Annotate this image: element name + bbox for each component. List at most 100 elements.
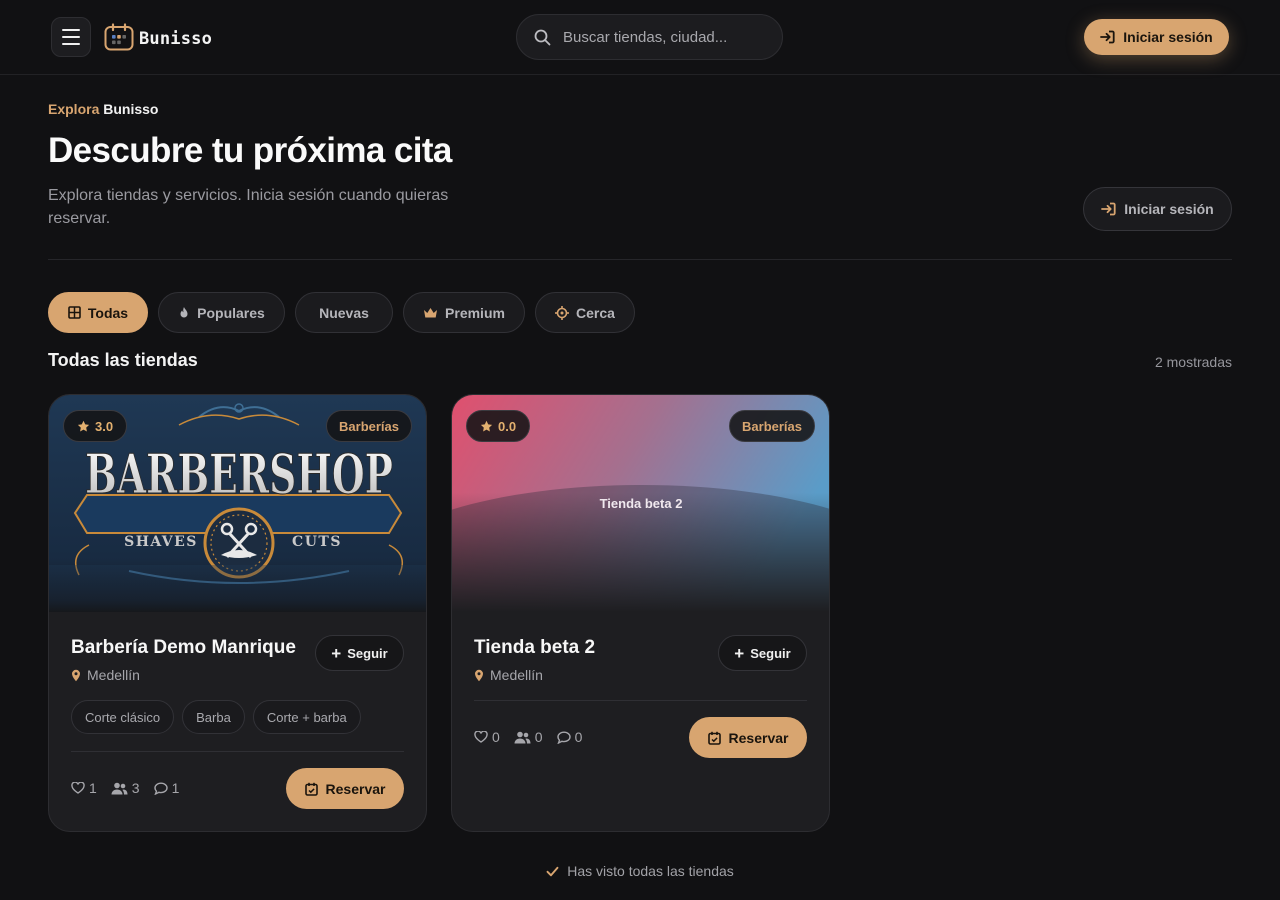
store-city: Medellín [87, 667, 140, 683]
store-location: Medellín [474, 667, 543, 683]
followers-stat: 3 [111, 780, 140, 796]
follow-label: Seguir [750, 645, 791, 661]
crosshair-icon [555, 305, 570, 320]
followers-count: 3 [131, 780, 140, 796]
category-badge: Barberías [326, 410, 412, 442]
service-tag[interactable]: Barba [182, 700, 245, 734]
reserve-button[interactable]: Reservar [689, 717, 807, 758]
results-count: 2 mostradas [1154, 354, 1232, 370]
store-card[interactable]: Tienda beta 2 0.0 Barberías Tienda beta … [451, 394, 830, 832]
end-of-list-label: Has visto todas las tiendas [567, 863, 734, 879]
flame-icon [180, 306, 188, 317]
map-pin-icon [72, 669, 80, 681]
calendar-logo-icon [104, 23, 134, 51]
users-icon [111, 782, 128, 794]
rating-value: 3.0 [95, 418, 114, 434]
reserve-button[interactable]: Reservar [286, 768, 404, 809]
likes-count: 0 [492, 729, 500, 745]
hero-login-label: Iniciar sesión [1124, 201, 1214, 217]
filter-nuevas[interactable]: Nuevas [295, 292, 393, 333]
page-title: Descubre tu próxima cita [48, 131, 452, 170]
filter-label: Premium [445, 304, 505, 321]
service-tag[interactable]: Corte clásico [71, 700, 175, 734]
filter-label: Populares [197, 304, 265, 321]
followers-count: 0 [534, 729, 543, 745]
filter-label: Todas [87, 304, 129, 321]
sign-in-icon [1100, 30, 1115, 44]
comment-icon [556, 730, 571, 744]
reserve-label: Reservar [728, 729, 789, 746]
likes-stat[interactable]: 1 [71, 780, 97, 796]
store-city: Medellín [490, 667, 543, 683]
follow-button[interactable]: + Seguir [718, 635, 807, 671]
hamburger-icon [62, 29, 80, 31]
category-badge: Barberías [729, 410, 815, 442]
plus-icon: + [734, 643, 745, 663]
comments-count: 0 [574, 729, 583, 745]
followers-stat: 0 [514, 729, 543, 745]
hero-login-button[interactable]: Iniciar sesión [1083, 187, 1232, 231]
reserve-label: Reservar [325, 780, 386, 797]
store-card[interactable]: BARBERSHOP SHAVES CUTS 3.0 Barberías Bar… [48, 394, 427, 832]
eyebrow-accent: Explora [48, 101, 100, 117]
card-divider [474, 700, 807, 701]
grid-icon [68, 306, 81, 319]
search-bar[interactable] [516, 14, 783, 60]
plus-icon: + [331, 643, 342, 663]
users-icon [514, 731, 531, 743]
comments-stat[interactable]: 1 [153, 780, 180, 796]
comments-count: 1 [171, 780, 180, 796]
calendar-check-icon [304, 782, 318, 796]
search-icon [534, 29, 551, 46]
filter-bar: Todas Populares Nuevas Premium Cerca [48, 292, 635, 333]
login-label: Iniciar sesión [1123, 29, 1213, 45]
comments-stat[interactable]: 0 [556, 729, 583, 745]
rating-value: 0.0 [498, 418, 517, 434]
section-title: Todas las tiendas [48, 350, 198, 370]
card-divider [71, 751, 404, 752]
star-icon [480, 420, 493, 431]
store-name[interactable]: Tienda beta 2 [474, 637, 595, 659]
filter-cerca[interactable]: Cerca [535, 292, 635, 333]
heart-icon [474, 731, 488, 743]
service-tag[interactable]: Corte + barba [252, 700, 361, 734]
menu-button[interactable] [51, 17, 91, 57]
check-icon [546, 866, 559, 876]
eyebrow: Explora Bunisso [48, 101, 158, 117]
search-input[interactable] [563, 15, 773, 59]
store-location: Medellín [71, 667, 140, 683]
rating-badge: 3.0 [63, 410, 128, 442]
brand-name[interactable]: Bunisso [139, 29, 212, 49]
cover-title: BARBERSHOP [85, 442, 393, 506]
top-bar: Bunisso Iniciar sesión [0, 0, 1280, 75]
divider [48, 259, 1232, 260]
follow-button[interactable]: + Seguir [315, 635, 404, 671]
rating-badge: 0.0 [466, 410, 531, 442]
heart-icon [71, 782, 85, 794]
cover-label: Tienda beta 2 [600, 496, 683, 511]
star-icon [77, 420, 90, 431]
crown-icon [424, 307, 438, 317]
store-stats: 0 0 0 [474, 729, 582, 745]
filter-label: Nuevas [319, 304, 369, 321]
eyebrow-brand: Bunisso [103, 101, 159, 117]
filter-todas[interactable]: Todas [48, 292, 148, 333]
comment-icon [153, 781, 168, 795]
store-stats: 1 3 1 [71, 780, 179, 796]
filter-premium[interactable]: Premium [403, 292, 525, 333]
store-name[interactable]: Barbería Demo Manrique [71, 637, 296, 659]
cover-left-text: SHAVES [124, 534, 198, 550]
page-subtitle: Explora tiendas y servicios. Inicia sesi… [48, 187, 449, 227]
likes-count: 1 [89, 780, 97, 796]
login-button[interactable]: Iniciar sesión [1084, 19, 1229, 55]
map-pin-icon [475, 669, 483, 681]
end-of-list-note: Has visto todas las tiendas [0, 863, 1280, 879]
filter-label: Cerca [576, 304, 615, 321]
filter-populares[interactable]: Populares [158, 292, 285, 333]
follow-label: Seguir [347, 645, 388, 661]
sign-in-icon [1101, 202, 1116, 216]
cover-right-text: CUTS [292, 534, 342, 550]
likes-stat[interactable]: 0 [474, 729, 500, 745]
calendar-check-icon [707, 731, 721, 745]
service-tags: Corte clásico Barba Corte + barba [71, 700, 361, 734]
